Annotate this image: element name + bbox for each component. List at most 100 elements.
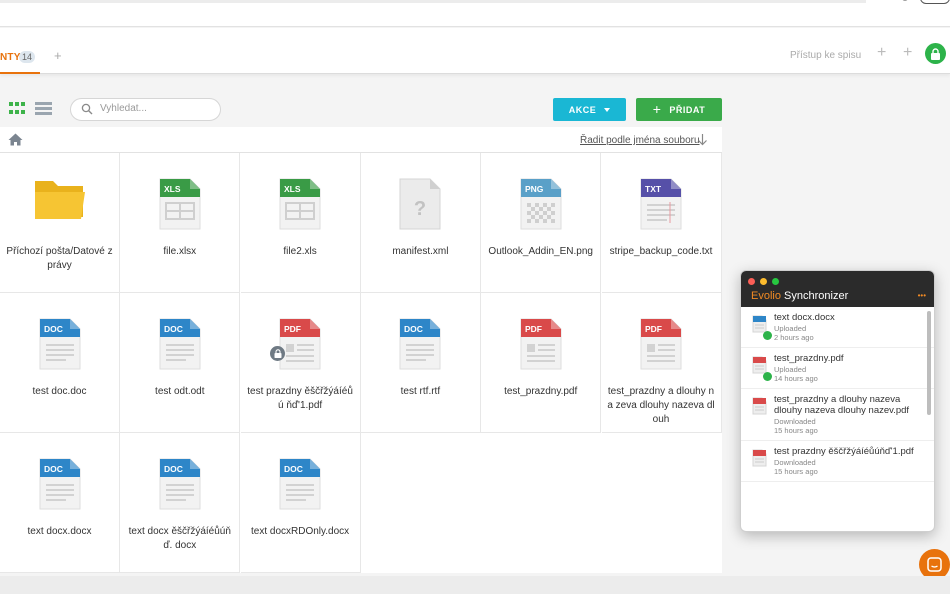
add-button-1[interactable]: + [877,44,886,62]
folder-icon [33,177,87,226]
doc-file-icon: DOC [398,317,442,376]
tab-documents[interactable]: NTY 14 [0,28,40,74]
sync-list-item[interactable]: test_prazdny a dlouhy nazeva dlouhy naze… [741,389,934,441]
file-tile[interactable]: PDF test_prazdny a dlouhy na zeva dlouhy … [601,293,722,433]
sync-status: Downloaded [774,417,816,426]
lock-button[interactable] [925,43,946,64]
sync-file-name: text docx.docx [774,312,835,323]
doc-file-icon: DOC [158,457,202,516]
file-name: test odt.odt [155,386,205,397]
file-name: stripe_backup_code.txt [609,246,713,257]
file-tile[interactable]: DOC test odt.odt [120,293,241,433]
svg-text:PNG: PNG [525,184,544,194]
xls-file-icon: XLS [278,177,322,236]
file-name: test_prazdny a dlouhy na zeva dlouhy naz… [607,386,715,425]
file-tile[interactable]: Příchozí pošta/Datové zprávy [0,153,120,293]
doc-file-icon: DOC [38,457,82,516]
top-address-bar [0,0,866,3]
file-tile[interactable]: XLS file.xlsx [120,153,241,293]
sync-list-item[interactable]: text docx.docx Uploaded 2 hours ago [741,307,934,348]
synchronizer-scrollbar[interactable] [927,311,931,415]
svg-text:PDF: PDF [525,324,542,334]
svg-text:PDF: PDF [645,324,662,334]
file-tile[interactable]: DOC test rtf.rtf [360,293,481,433]
sync-time: 15 hours ago [774,426,818,435]
file-tile[interactable]: PDF test prazdny ěščřžýáíéůú ňď'1.pdf [240,293,361,433]
toolbar: AKCE + PŘIDAT [0,96,722,124]
svg-text:XLS: XLS [164,184,181,194]
plus-icon: + [652,100,662,117]
pdf-file-icon: PDF [639,317,683,376]
add-file-button-label: PŘIDAT [669,104,706,115]
doc-file-icon [752,315,767,333]
pdf-file-icon [752,397,767,415]
sync-time: 15 hours ago [774,467,818,476]
file-tile[interactable]: DOC text docx.docx [0,433,120,573]
sync-list-item[interactable]: test prazdny ěščřžýáíéůúňď'1.pdf Download… [741,441,934,482]
caret-down-icon [604,107,611,112]
add-button-2[interactable]: + [903,44,912,62]
file-tile[interactable]: DOC test doc.doc [0,293,120,433]
doc-file-icon: DOC [38,317,82,376]
maximize-window-button[interactable] [772,278,779,285]
sync-time: 14 hours ago [774,374,818,383]
home-icon[interactable] [8,133,23,146]
add-tab-button[interactable]: + [54,48,62,63]
search-icon [81,103,93,115]
file-grid: Příchozí pošta/Datové zprávy XLS file.xlsx… [0,153,722,573]
add-file-button[interactable]: + PŘIDAT [636,98,722,121]
sync-file-name: test_prazdny a dlouhy nazeva dlouhy naze… [774,394,910,416]
file-tile[interactable]: DOC text docx ěščřžýáíéůúňď. docx [120,433,241,573]
top-dot [902,0,908,1]
file-name: file2.xls [283,246,317,257]
file-name: test prazdny ěščřžýáíéůú ňď'1.pdf [247,386,353,411]
top-control[interactable] [920,0,950,4]
sort-by-name-link[interactable]: Řadit podle jména souboru [580,135,700,146]
file-tile[interactable]: TXT stripe_backup_code.txt [601,153,722,293]
file-tile[interactable]: XLS file2.xls [240,153,361,293]
pdf-file-icon [752,356,767,374]
sync-list-item[interactable]: test_prazdny.pdf Uploaded 14 hours ago [741,348,934,389]
top-strip [0,0,950,27]
check-icon [763,331,772,340]
file-name: file.xlsx [163,246,197,257]
grid-view-icon[interactable] [9,102,25,116]
search-box[interactable] [70,98,221,121]
sync-status: Uploaded [774,324,807,333]
access-to-file-link[interactable]: Přístup ke spisu [790,50,861,61]
synchronizer-title: Evolio Synchronizer [751,290,849,302]
svg-text:DOC: DOC [404,324,423,334]
svg-text:DOC: DOC [44,464,63,474]
svg-text:PDF: PDF [284,324,301,334]
search-input[interactable] [100,103,212,114]
svg-text:?: ? [414,198,426,220]
file-tile[interactable]: ? manifest.xml [360,153,481,293]
sync-file-name: test prazdny ěščřžýáíéůúňď'1.pdf [774,446,914,457]
synchronizer-window: Evolio Synchronizer ••• text docx.docx Up… [740,270,935,532]
synchronizer-list: text docx.docx Uploaded 2 hours ago test_pr… [741,307,934,531]
png-file-icon: PNG [519,177,563,236]
tab-documents-label: NTY [0,52,21,63]
file-name: manifest.xml [392,246,449,257]
file-tile[interactable]: PDF test_prazdny.pdf [481,293,602,433]
minimize-window-button[interactable] [760,278,767,285]
xls-file-icon: XLS [158,177,202,236]
actions-button[interactable]: AKCE [553,98,626,121]
doc-file-icon: DOC [158,317,202,376]
pdf-file-icon: PDF [278,317,322,376]
bottom-bar [0,576,950,594]
file-tile[interactable]: DOC text docxRDOnly.docx [240,433,361,573]
file-tile[interactable]: PNG Outlook_Addin_EN.png [481,153,602,293]
list-view-icon[interactable] [35,102,52,116]
file-name: test_prazdny.pdf [504,386,578,397]
arrow-down-icon[interactable] [697,133,708,146]
pdf-file-icon: PDF [519,317,563,376]
path-bar: Řadit podle jména souboru [0,127,722,153]
file-name: test doc.doc [32,386,87,397]
chat-icon [927,557,942,572]
file-name: text docxRDOnly.docx [251,526,350,537]
synchronizer-menu-icon[interactable]: ••• [918,291,926,300]
txt-file-icon: TXT [639,177,683,236]
file-name: text docx ěščřžýáíéůúňď. docx [128,526,231,551]
close-window-button[interactable] [748,278,755,285]
